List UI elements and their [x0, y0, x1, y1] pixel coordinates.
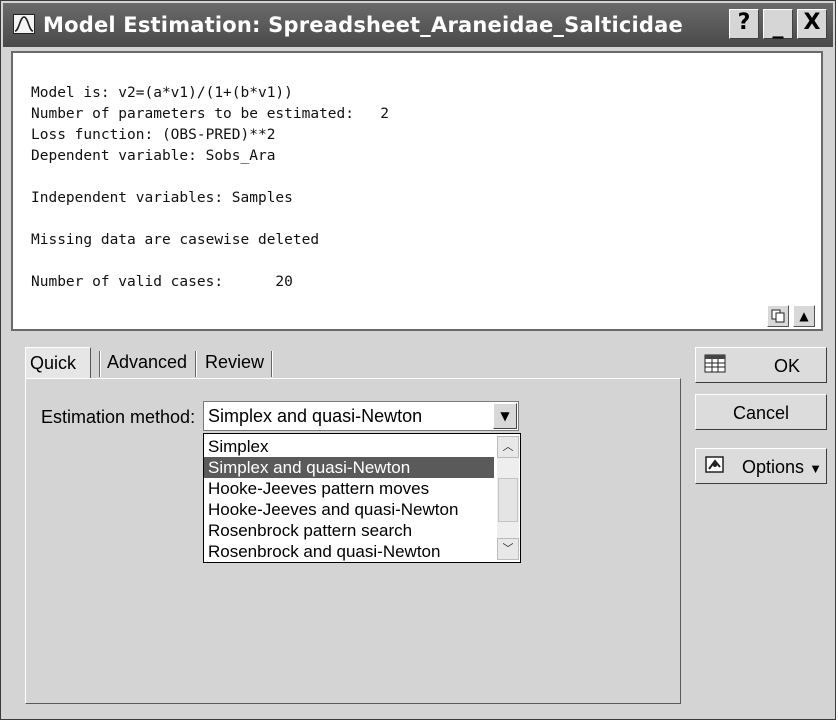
option-rosenbrock-pattern[interactable]: Rosenbrock pattern search — [204, 520, 494, 541]
output-line: Dependent variable: Sobs_Ara — [31, 148, 276, 164]
chevron-down-icon: ﹀ — [502, 542, 514, 555]
options-button[interactable]: Options ▼ — [695, 448, 827, 484]
output-line: Number of valid cases: 20 — [31, 274, 293, 290]
tab-review[interactable]: Review — [201, 347, 273, 379]
options-label: Options ▼ — [742, 457, 822, 478]
estimation-method-select[interactable]: Simplex and quasi-Newton ▼ — [203, 401, 519, 431]
normal-curve-icon — [13, 14, 35, 34]
option-simplex-quasi-newton[interactable]: Simplex and quasi-Newton — [204, 457, 494, 478]
scroll-down-arrow[interactable]: ﹀ — [497, 538, 519, 560]
tab-divider — [99, 351, 101, 377]
ok-label: OK — [774, 356, 801, 376]
scroll-up-arrow[interactable]: ︿ — [497, 436, 519, 458]
output-line — [31, 209, 389, 230]
tab-advanced[interactable]: Advanced — [103, 347, 193, 379]
option-simplex[interactable]: Simplex — [204, 436, 494, 457]
tab-divider — [195, 351, 197, 377]
cancel-button[interactable]: Cancel — [695, 394, 827, 430]
scroll-thumb[interactable] — [498, 478, 518, 522]
option-rosenbrock-quasi-newton[interactable]: Rosenbrock and quasi-Newton — [204, 541, 494, 562]
output-line: Loss function: (OBS-PRED)**2 — [31, 127, 276, 143]
dropdown-button[interactable]: ▼ — [493, 403, 517, 429]
option-hooke-jeeves-pattern[interactable]: Hooke-Jeeves pattern moves — [204, 478, 494, 499]
options-icon — [705, 456, 724, 473]
options-text: Options — [742, 457, 805, 477]
output-line — [31, 251, 389, 272]
title-bar[interactable]: Model Estimation: Spreadsheet_Araneidae_… — [3, 3, 833, 47]
chevron-up-icon: ︿ — [502, 440, 514, 453]
output-line: Independent variables: Samples — [31, 190, 293, 206]
ok-button[interactable]: OK — [695, 347, 827, 383]
output-line — [31, 167, 389, 188]
cancel-label: Cancel — [732, 403, 790, 423]
model-estimation-dialog: Model Estimation: Spreadsheet_Araneidae_… — [0, 0, 836, 720]
tab-divider — [271, 351, 273, 377]
tab-quick[interactable]: Quick — [25, 347, 91, 379]
output-line: Model is: v2=(a*v1)/(1+(b*v1)) — [31, 85, 293, 101]
option-list: Simplex Simplex and quasi-Newton Hooke-J… — [204, 436, 494, 562]
minimize-button[interactable]: _ — [763, 9, 793, 39]
estimation-method-label: Estimation method: — [41, 407, 196, 427]
scroll-up-button[interactable]: ▲ — [793, 305, 815, 327]
chevron-down-icon: ▼ — [500, 409, 510, 423]
output-panel: Model is: v2=(a*v1)/(1+(b*v1)) Number of… — [11, 51, 823, 331]
output-text: Model is: v2=(a*v1)/(1+(b*v1)) Number of… — [31, 83, 389, 293]
window-title: Model Estimation: Spreadsheet_Araneidae_… — [43, 13, 683, 37]
output-line: Number of parameters to be estimated: 2 — [31, 106, 389, 122]
estimation-method-list: Simplex Simplex and quasi-Newton Hooke-J… — [203, 433, 521, 563]
grid-icon — [704, 354, 726, 373]
option-hooke-jeeves-quasi-newton[interactable]: Hooke-Jeeves and quasi-Newton — [204, 499, 494, 520]
copy-button[interactable] — [767, 305, 789, 327]
help-button[interactable]: ? — [729, 9, 759, 39]
copy-icon — [771, 309, 785, 323]
chevron-down-icon: ▼ — [809, 461, 822, 476]
estimation-method-value: Simplex and quasi-Newton — [208, 406, 423, 426]
output-line: Missing data are casewise deleted — [31, 232, 320, 248]
list-scrollbar[interactable]: ︿ ﹀ — [497, 436, 519, 560]
arrow-up-icon: ▲ — [799, 309, 809, 323]
close-button[interactable]: X — [797, 9, 827, 39]
